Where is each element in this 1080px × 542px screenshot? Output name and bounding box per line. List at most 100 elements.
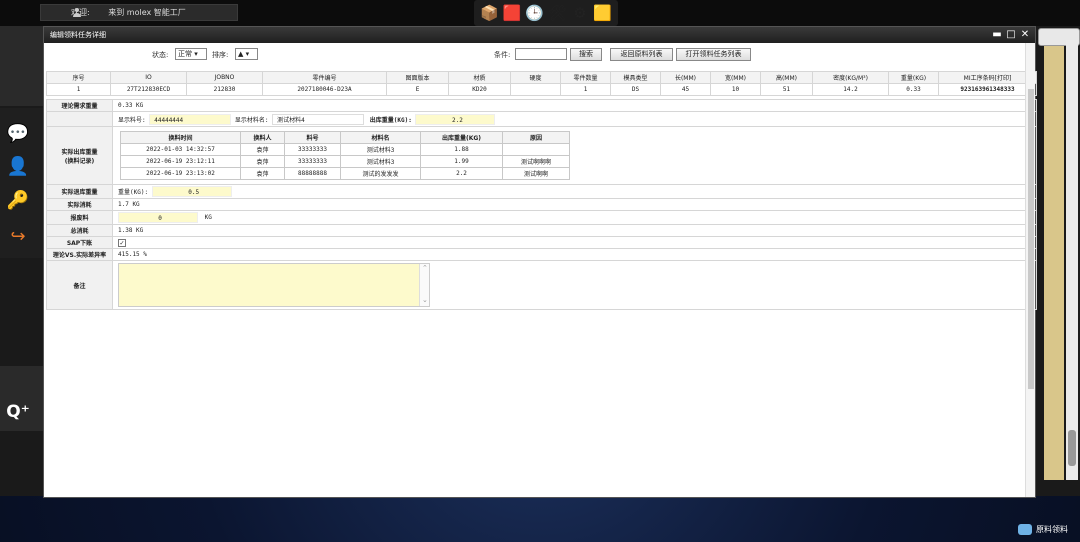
display-name-input[interactable]: 测试材料4: [272, 113, 365, 125]
close-button[interactable]: ✕: [1019, 29, 1031, 41]
gears-icon[interactable]: ⚙: [570, 3, 590, 23]
red-cube-icon[interactable]: 🟥: [502, 3, 522, 23]
arrow-icon[interactable]: ↪: [6, 224, 30, 248]
col-header[interactable]: 图面版本: [386, 71, 449, 84]
table-cell: 1: [560, 83, 611, 96]
background-scroll-thumb[interactable]: [1068, 430, 1076, 466]
box-icon[interactable]: 📦: [479, 3, 499, 23]
col-header[interactable]: 密度(KG/M³): [812, 71, 889, 84]
table-cell: E: [386, 83, 449, 96]
table-cell: 2027180046-D23A: [262, 83, 387, 96]
maximize-button[interactable]: □: [1005, 29, 1017, 41]
col-header[interactable]: 材质: [448, 71, 511, 84]
col-header: 换料时间: [120, 131, 241, 144]
background-scrollbar[interactable]: [1066, 40, 1078, 480]
condition-label: 条件:: [494, 51, 511, 59]
table-cell: [502, 143, 570, 156]
open-task-list-button[interactable]: 打开领料任务列表: [676, 48, 751, 61]
col-header[interactable]: 重量(KG): [888, 71, 939, 84]
col-header[interactable]: 零件编号: [262, 71, 387, 84]
table-cell: 88888888: [284, 167, 341, 180]
material-info-row: 显示料号: 44444444 显示材料名: 测试材料4 出库重量(KG): 2.…: [112, 111, 1037, 127]
out-weight-input[interactable]: 2.2: [415, 113, 496, 125]
col-header[interactable]: 长(MM): [660, 71, 711, 84]
table-cell: 1.99: [420, 155, 503, 168]
out-weight-label: 出库重量(KG):: [369, 116, 412, 124]
theory-weight-value: 0.33 KG: [112, 99, 1037, 112]
window-scrollbar[interactable]: [1025, 43, 1035, 497]
filter-bar: 状态: 正常 ▾ 排序: ▲ ▾ 条件: 搜索 返回原料列表 打开领料任务列表: [44, 43, 1035, 71]
table-cell: 测试材料3: [340, 143, 421, 156]
barcode-print-link[interactable]: 923163961348333: [938, 83, 1037, 96]
minimize-button[interactable]: ▬: [991, 29, 1003, 41]
table-cell: DS: [610, 83, 661, 96]
table-cell: 袁萍: [240, 143, 285, 156]
table-cell: 2022-06-19 23:12:11: [120, 155, 241, 168]
scrap-input[interactable]: 0: [118, 212, 198, 223]
dock-material-pick[interactable]: 原料领料: [1018, 522, 1068, 538]
remark-scrollbar[interactable]: [419, 264, 429, 306]
col-header[interactable]: 零件数量: [560, 71, 611, 84]
clock-document-icon[interactable]: 🕒: [525, 3, 545, 23]
remark-cell: [112, 260, 1037, 310]
col-header[interactable]: IO: [110, 71, 187, 84]
actual-out-label-line1: 实际出库重量: [61, 148, 98, 156]
col-header[interactable]: 宽(MM): [710, 71, 761, 84]
col-header[interactable]: MI工序条码[打印]: [938, 71, 1037, 84]
table-cell: 33333333: [284, 143, 341, 156]
return-weight-row: 重量(KG): 0.5: [112, 184, 1037, 199]
col-header[interactable]: 硬度: [510, 71, 561, 84]
sort-select[interactable]: ▲ ▾: [235, 48, 258, 60]
chat-icon[interactable]: 💬: [6, 121, 30, 145]
table-cell: 212830: [186, 83, 263, 96]
total-consume-value: 1.38 KG: [112, 224, 1037, 237]
actual-out-label-line2: (换料记录): [64, 157, 95, 165]
status-select[interactable]: 正常 ▾: [175, 48, 207, 60]
remark-textarea[interactable]: [118, 263, 430, 307]
dock-chat-icon: [1018, 524, 1032, 535]
col-header[interactable]: 模具类型: [610, 71, 661, 84]
return-weight-label: 实际退库重量: [46, 184, 113, 199]
condition-input[interactable]: [515, 48, 567, 60]
window-title: 编辑领料任务详细: [50, 31, 106, 39]
window-title-bar[interactable]: 编辑领料任务详细 ▬ □ ✕: [44, 27, 1035, 43]
table-row: 2022-01-03 14:32:57 袁萍 33333333 测试材料3 1.…: [120, 143, 570, 156]
material-info-label: [46, 111, 113, 127]
table-cell: 测试的发发发: [340, 167, 421, 180]
sort-label: 排序:: [212, 51, 229, 59]
table-cell: 测试啊啊: [502, 167, 570, 180]
scrap-unit: KG: [204, 214, 212, 221]
window-body: 状态: 正常 ▾ 排序: ▲ ▾ 条件: 搜索 返回原料列表 打开领料任务列表 …: [44, 43, 1037, 497]
table-cell: [510, 83, 561, 96]
actual-out-label: 实际出库重量 (换料记录): [46, 126, 113, 185]
user-small-icon: [73, 8, 81, 17]
sap-checkbox[interactable]: ✓: [118, 238, 126, 247]
q-plus-icon[interactable]: Q⁺: [6, 400, 30, 424]
top-toolbar: 📦 🟥 🕒 🛠 ⚙ 🟨: [474, 0, 618, 26]
tools-icon[interactable]: 🛠: [547, 3, 567, 23]
diff-rate-value: 415.15 %: [112, 248, 1037, 261]
display-code-input[interactable]: 44444444: [149, 113, 232, 125]
scrap-label: 报废料: [46, 210, 113, 225]
col-header[interactable]: 高(MM): [760, 71, 813, 84]
table-cell: 33333333: [284, 155, 341, 168]
table-cell: 测试材料3: [340, 155, 421, 168]
col-header: 原因: [502, 131, 570, 144]
key-icon[interactable]: 🔑: [6, 188, 30, 212]
col-header[interactable]: 序号: [46, 71, 111, 84]
table-row[interactable]: 1 27T212830ECD 212830 2027180046-D23A E …: [46, 83, 1037, 96]
user-icon[interactable]: 👤: [6, 154, 30, 178]
history-cell: 换料时间 换料人 料号 材料名 出库重量(KG) 原因 2022-01-03 1…: [112, 126, 1037, 185]
search-button[interactable]: 搜索: [570, 48, 602, 61]
table-cell: 2.2: [420, 167, 503, 180]
back-to-material-list-button[interactable]: 返回原料列表: [610, 48, 673, 61]
left-sidebar: 💬 👤 🔑 ↪ Q⁺: [0, 26, 43, 496]
window-scroll-thumb[interactable]: [1028, 89, 1034, 389]
consume-label: 实际消耗: [46, 198, 113, 211]
table-cell: 2022-06-19 23:13:02: [120, 167, 241, 180]
return-weight-input[interactable]: 0.5: [151, 186, 232, 197]
col-header[interactable]: JOBNO: [186, 71, 263, 84]
col-header: 换料人: [240, 131, 285, 144]
theory-weight-label: 理论需求重量: [46, 99, 113, 112]
gold-cube-icon[interactable]: 🟨: [593, 3, 613, 23]
